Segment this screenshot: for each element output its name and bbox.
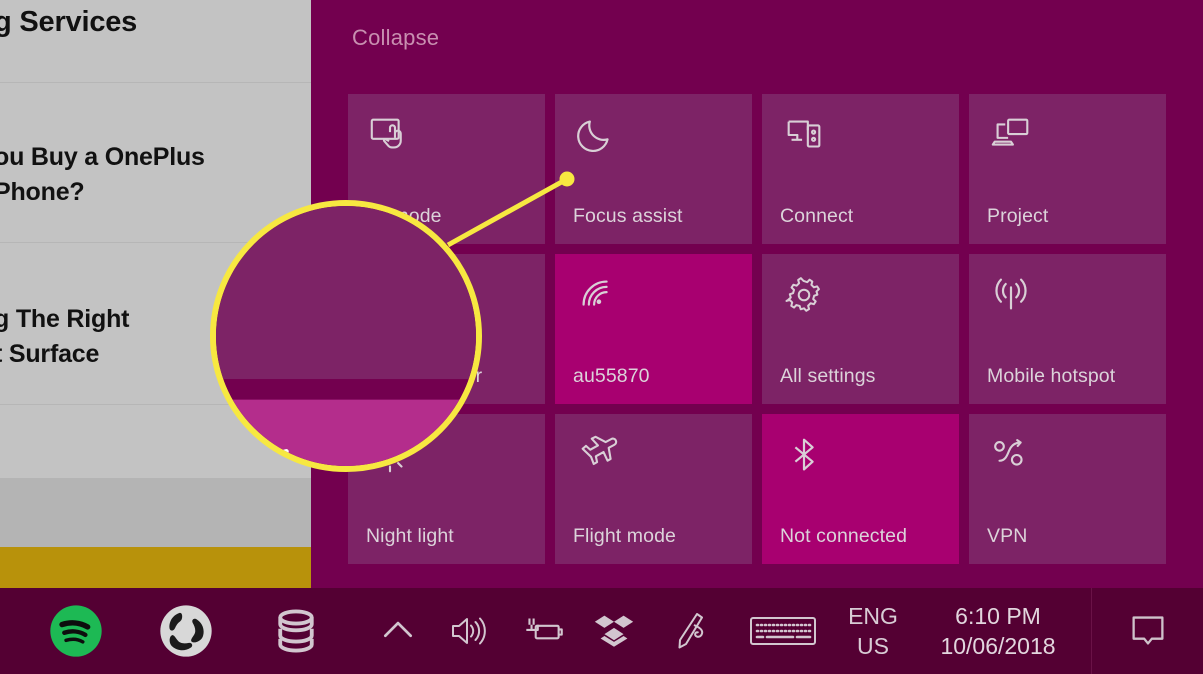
stack-icon[interactable] bbox=[266, 588, 326, 674]
language-line1: ENG bbox=[848, 602, 898, 629]
obs-studio-icon[interactable] bbox=[156, 588, 216, 674]
tile-label: Focus assist bbox=[573, 205, 683, 227]
tile-focus-assist[interactable]: Focus assist bbox=[555, 94, 752, 244]
pen-icon[interactable] bbox=[660, 588, 720, 674]
airplane-icon bbox=[574, 432, 620, 478]
magnifier-focus-assist-tile[interactable]: Focus assist bbox=[216, 399, 476, 466]
divider bbox=[0, 82, 311, 83]
magnifier-neighbor-tile: let mode bbox=[216, 206, 476, 380]
spotify-icon[interactable] bbox=[46, 588, 106, 674]
hotspot-icon bbox=[988, 272, 1034, 318]
bluetooth-icon bbox=[781, 432, 827, 478]
tile-label: VPN bbox=[987, 525, 1028, 547]
article-heading-2[interactable]: ou Buy a OnePlus Phone? bbox=[0, 140, 305, 209]
tile-label: Flight mode bbox=[573, 525, 676, 547]
touch-keyboard-icon[interactable] bbox=[744, 588, 822, 674]
language-indicator[interactable]: ENG US bbox=[838, 588, 908, 674]
chevron-up-icon[interactable] bbox=[372, 588, 424, 674]
tile-vpn[interactable]: VPN bbox=[969, 414, 1166, 564]
tile-connect[interactable]: Connect bbox=[762, 94, 959, 244]
magnifier-content: let mode Focus assist bbox=[216, 206, 476, 466]
tile-label: Mobile hotspot bbox=[987, 365, 1116, 387]
project-icon bbox=[988, 112, 1034, 158]
clock-date: 10/06/2018 bbox=[940, 633, 1056, 659]
tablet-mode-icon bbox=[367, 112, 413, 158]
magnifier-callout: let mode Focus assist bbox=[210, 200, 482, 472]
moon-icon bbox=[574, 112, 620, 158]
taskbar: ENG US 6:10 PM 10/06/2018 bbox=[0, 588, 1203, 674]
screen: g Services ou Buy a OnePlus Phone? g The… bbox=[0, 0, 1203, 674]
action-center-icon[interactable] bbox=[1092, 588, 1203, 674]
tile-project[interactable]: Project bbox=[969, 94, 1166, 244]
connect-icon bbox=[781, 112, 827, 158]
tile-wifi[interactable]: au55870 bbox=[555, 254, 752, 404]
gear-icon bbox=[781, 272, 827, 318]
vpn-icon bbox=[988, 432, 1034, 478]
language-line2: US bbox=[857, 633, 889, 659]
tile-all-settings[interactable]: All settings bbox=[762, 254, 959, 404]
tile-label: All settings bbox=[780, 365, 876, 387]
tile-label: au55870 bbox=[573, 365, 650, 387]
volume-icon[interactable] bbox=[436, 588, 496, 674]
page-band bbox=[0, 478, 311, 548]
dropbox-icon[interactable] bbox=[584, 588, 644, 674]
article-heading-1[interactable]: g Services bbox=[0, 6, 305, 39]
tile-mobile-hotspot[interactable]: Mobile hotspot bbox=[969, 254, 1166, 404]
tile-label: Night light bbox=[366, 525, 454, 547]
clock-time: 6:10 PM bbox=[955, 602, 1041, 629]
clock[interactable]: 6:10 PM 10/06/2018 bbox=[908, 588, 1088, 674]
battery-charging-icon[interactable] bbox=[512, 588, 574, 674]
collapse-button[interactable]: Collapse bbox=[352, 25, 439, 51]
wifi-icon bbox=[574, 272, 620, 318]
tile-label: Not connected bbox=[780, 525, 908, 547]
tile-bluetooth[interactable]: Not connected bbox=[762, 414, 959, 564]
page-accent-band bbox=[0, 547, 311, 588]
tile-flight-mode[interactable]: Flight mode bbox=[555, 414, 752, 564]
tile-label: Connect bbox=[780, 205, 854, 227]
tile-label: Project bbox=[987, 205, 1049, 227]
